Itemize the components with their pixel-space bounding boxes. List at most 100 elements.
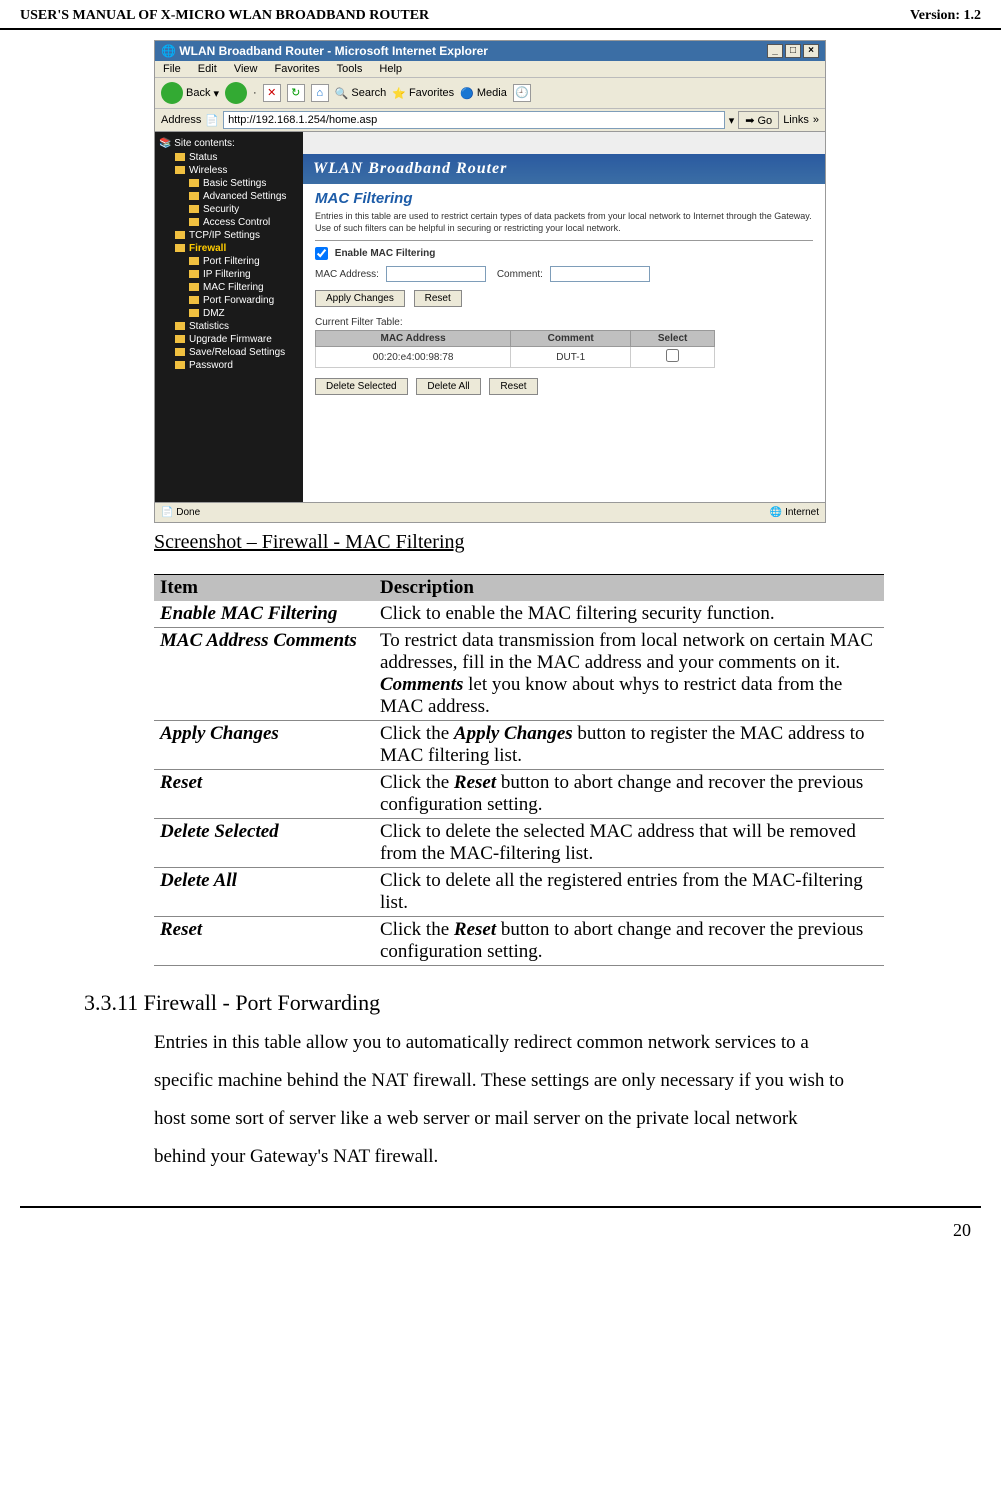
sidebar-item[interactable]: Save/Reload Settings: [157, 346, 301, 359]
stop-button[interactable]: ✕: [263, 84, 281, 102]
sidebar-item[interactable]: Advanced Settings: [157, 190, 301, 203]
links-label[interactable]: Links: [783, 114, 809, 126]
section-heading: 3.3.11 Firewall - Port Forwarding: [84, 990, 847, 1016]
history-button[interactable]: 🕘: [513, 84, 531, 102]
delete-all-button[interactable]: Delete All: [416, 378, 480, 395]
cell-description: Click the Reset button to abort change a…: [374, 770, 884, 819]
enable-mac-checkbox[interactable]: [315, 247, 328, 260]
cell-description: Click to enable the MAC filtering securi…: [374, 601, 884, 628]
folder-icon: [189, 218, 199, 226]
sidebar-item-label: TCP/IP Settings: [189, 230, 260, 241]
table-row: 00:20:e4:00:98:78 DUT-1: [316, 347, 715, 368]
sidebar-title: 📚 Site contents:: [157, 136, 301, 151]
refresh-button[interactable]: ↻: [287, 84, 305, 102]
statusbar: 📄 Done 🌐 Internet: [155, 502, 825, 522]
enable-mac-label: Enable MAC Filtering: [335, 249, 436, 260]
sidebar-item[interactable]: Port Filtering: [157, 255, 301, 268]
browser-window: 🌐 WLAN Broadband Router - Microsoft Inte…: [154, 40, 826, 523]
row-select-checkbox[interactable]: [666, 349, 679, 362]
cell-item: Delete All: [154, 868, 374, 917]
sidebar-item-label: MAC Filtering: [203, 282, 264, 293]
sidebar-item-label: DMZ: [203, 308, 225, 319]
sidebar-item[interactable]: TCP/IP Settings: [157, 229, 301, 242]
folder-icon: [189, 296, 199, 304]
folder-icon: [189, 257, 199, 265]
sidebar-item[interactable]: Basic Settings: [157, 177, 301, 190]
comment-label: Comment:: [497, 269, 543, 280]
page-number: 20: [0, 1216, 1001, 1261]
delete-selected-button[interactable]: Delete Selected: [315, 378, 408, 395]
sidebar-item-label: IP Filtering: [203, 269, 251, 280]
home-button[interactable]: ⌂: [311, 84, 329, 102]
sidebar-item[interactable]: Statistics: [157, 320, 301, 333]
sidebar-item[interactable]: MAC Filtering: [157, 281, 301, 294]
reset-button-2[interactable]: Reset: [489, 378, 537, 395]
description-table: Item Description Enable MAC FilteringCli…: [154, 574, 884, 966]
th-item: Item: [154, 575, 374, 602]
cell-comment: DUT-1: [511, 347, 631, 368]
folder-icon: [175, 335, 185, 343]
favorites-button[interactable]: ⭐ Favorites: [392, 87, 454, 100]
sidebar-item[interactable]: Status: [157, 151, 301, 164]
menu-help[interactable]: Help: [379, 63, 402, 75]
sidebar-item-label: Statistics: [189, 321, 229, 332]
page-header: USER'S MANUAL OF X-MICRO WLAN BROADBAND …: [0, 0, 1001, 30]
menu-view[interactable]: View: [234, 63, 258, 75]
back-button[interactable]: Back ▾: [161, 82, 219, 104]
menu-file[interactable]: File: [163, 63, 181, 75]
screenshot-caption: Screenshot – Firewall - MAC Filtering: [154, 531, 847, 554]
links-chevron-icon[interactable]: »: [813, 114, 819, 126]
cell-item: Enable MAC Filtering: [154, 601, 374, 628]
folder-icon: [189, 270, 199, 278]
sidebar-item-label: Wireless: [189, 165, 227, 176]
filter-table: MAC Address Comment Select 00:20:e4:00:9…: [315, 330, 715, 368]
address-label: Address: [161, 114, 201, 126]
go-button[interactable]: ➡ Go: [738, 111, 779, 129]
cell-item: Delete Selected: [154, 819, 374, 868]
sidebar-item[interactable]: DMZ: [157, 307, 301, 320]
sidebar-item[interactable]: Password: [157, 359, 301, 372]
mac-address-input[interactable]: [386, 266, 486, 282]
sidebar-item-label: Access Control: [203, 217, 270, 228]
sidebar-item[interactable]: Firewall: [157, 242, 301, 255]
window-controls: _ □ ×: [767, 44, 819, 58]
cell-description: Click the Apply Changes button to regist…: [374, 721, 884, 770]
cell-mac: 00:20:e4:00:98:78: [316, 347, 511, 368]
comment-input[interactable]: [550, 266, 650, 282]
sidebar-item[interactable]: Security: [157, 203, 301, 216]
sidebar-item[interactable]: Port Forwarding: [157, 294, 301, 307]
sidebar-item-label: Password: [189, 360, 233, 371]
forward-button[interactable]: [225, 82, 247, 104]
media-button[interactable]: 🔵 Media: [460, 87, 507, 100]
footer-rule: [20, 1206, 981, 1208]
menu-tools[interactable]: Tools: [337, 63, 363, 75]
reset-button[interactable]: Reset: [414, 290, 462, 307]
sidebar-item[interactable]: Wireless: [157, 164, 301, 177]
search-button[interactable]: 🔍 Search: [335, 87, 387, 100]
banner: WLAN Broadband Router: [303, 154, 825, 184]
address-dropdown-icon[interactable]: ▾: [729, 114, 735, 127]
apply-changes-button[interactable]: Apply Changes: [315, 290, 405, 307]
menubar: File Edit View Favorites Tools Help: [155, 61, 825, 78]
th-comment: Comment: [511, 331, 631, 347]
cell-item: MAC Address Comments: [154, 628, 374, 721]
menu-favorites[interactable]: Favorites: [275, 63, 320, 75]
address-input[interactable]: [223, 111, 725, 129]
maximize-icon[interactable]: □: [785, 44, 801, 58]
table-row: MAC Address CommentsTo restrict data tra…: [154, 628, 884, 721]
minimize-icon[interactable]: _: [767, 44, 783, 58]
sidebar: 📚 Site contents: StatusWirelessBasic Set…: [155, 132, 303, 502]
menu-edit[interactable]: Edit: [198, 63, 217, 75]
page-icon: 📄: [205, 114, 219, 127]
sidebar-item-label: Firewall: [189, 243, 226, 254]
address-bar: Address 📄 ▾ ➡ Go Links »: [155, 109, 825, 132]
current-filter-table-label: Current Filter Table:: [315, 317, 813, 328]
page-description: Entries in this table are used to restri…: [315, 211, 813, 241]
th-mac: MAC Address: [316, 331, 511, 347]
header-left: USER'S MANUAL OF X-MICRO WLAN BROADBAND …: [20, 8, 429, 24]
sidebar-item[interactable]: IP Filtering: [157, 268, 301, 281]
close-icon[interactable]: ×: [803, 44, 819, 58]
page-title: MAC Filtering: [315, 190, 813, 207]
sidebar-item[interactable]: Upgrade Firmware: [157, 333, 301, 346]
sidebar-item[interactable]: Access Control: [157, 216, 301, 229]
